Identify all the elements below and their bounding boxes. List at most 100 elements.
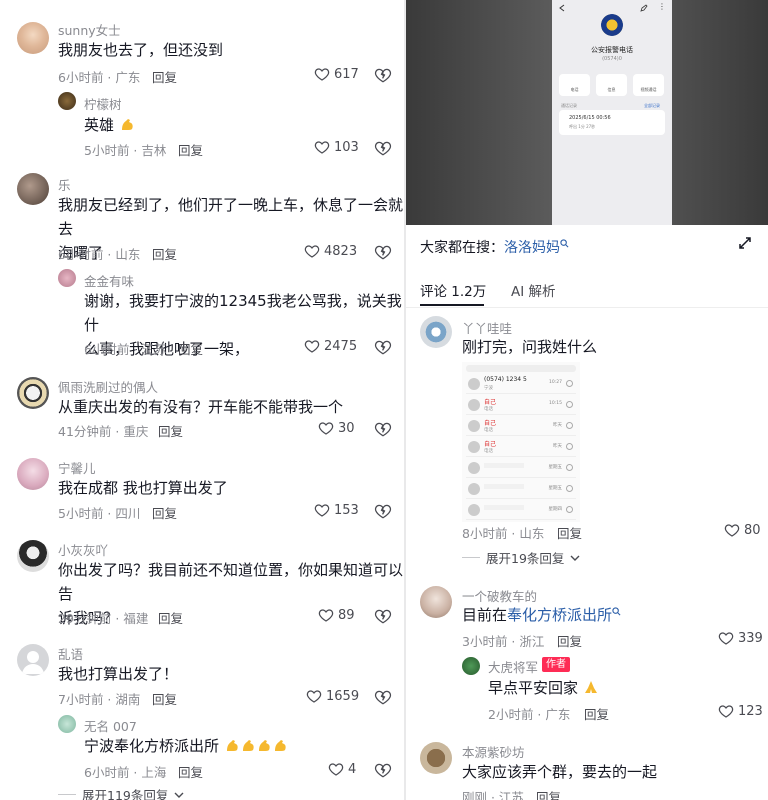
- call-list-row: 自己 电话 昨天: [466, 437, 576, 457]
- heart-icon: [724, 524, 740, 537]
- avatar[interactable]: [462, 657, 480, 675]
- heart-icon: [318, 609, 334, 622]
- like-button[interactable]: 30: [318, 420, 355, 436]
- call-time: 星期五: [548, 465, 563, 470]
- like-button[interactable]: 617: [314, 66, 359, 82]
- like-count: 4: [348, 761, 357, 777]
- username[interactable]: 小灰灰吖: [58, 540, 108, 559]
- broken-heart-icon[interactable]: [374, 761, 392, 779]
- expand-replies-button[interactable]: 展开119条回复: [58, 785, 184, 800]
- avatar[interactable]: [17, 377, 49, 409]
- comment-text: 从重庆出发的有没有？开车能不能带我一个: [58, 398, 344, 416]
- call-sub: 电话: [484, 449, 493, 454]
- comment-text: 宁波奉化方桥派出所: [84, 734, 288, 758]
- username[interactable]: 宁馨儿: [58, 458, 96, 477]
- avatar[interactable]: [17, 173, 49, 205]
- comment-meta: 6小时前 · 江苏: [84, 342, 167, 357]
- comment-meta: 7小时前 · 湖南: [58, 692, 141, 707]
- reply-button[interactable]: 回复: [178, 140, 203, 159]
- username[interactable]: 乱语: [58, 644, 83, 663]
- recent-link: 全部记录: [644, 103, 660, 108]
- reply-button[interactable]: 回复: [152, 689, 177, 708]
- heart-icon: [314, 68, 330, 81]
- heart-icon: [718, 632, 734, 645]
- username[interactable]: 乐: [58, 175, 71, 194]
- username[interactable]: 无名 007: [84, 716, 137, 735]
- tab-comments[interactable]: 评论 1.2万: [420, 280, 486, 300]
- call-time: 10:15: [549, 401, 562, 406]
- broken-heart-icon[interactable]: [374, 66, 392, 84]
- avatar[interactable]: [420, 316, 452, 348]
- reply-button[interactable]: 回复: [178, 339, 203, 358]
- username[interactable]: 金金有味: [84, 271, 134, 290]
- like-button[interactable]: 103: [314, 139, 359, 155]
- avatar[interactable]: [420, 742, 452, 774]
- call-time: 星期四: [548, 507, 563, 512]
- tab-active-indicator: [420, 304, 484, 306]
- reply-button[interactable]: 回复: [152, 503, 177, 522]
- muscle-emoji-icon: [274, 740, 286, 751]
- avatar[interactable]: [58, 269, 76, 287]
- broken-heart-icon[interactable]: [374, 688, 392, 706]
- username[interactable]: 大虎将军: [488, 657, 538, 676]
- search-icon: [560, 239, 569, 248]
- comment-image-call-list[interactable]: (0574) 1234 5 宁波 10:27 自己 电话 10:15 自己 电话 昨天 自己 电话昨…: [462, 362, 580, 522]
- comment-text: 我也打算出发了！: [58, 665, 179, 683]
- like-button[interactable]: 4823: [304, 243, 357, 259]
- avatar[interactable]: [17, 644, 49, 676]
- like-button[interactable]: 80: [724, 522, 761, 538]
- avatar[interactable]: [420, 586, 452, 618]
- like-count: 2475: [324, 338, 358, 354]
- like-button[interactable]: 4: [328, 761, 356, 777]
- broken-heart-icon[interactable]: [374, 139, 392, 157]
- avatar[interactable]: [17, 22, 49, 54]
- like-button[interactable]: 2475: [304, 338, 357, 354]
- heart-icon: [306, 690, 322, 703]
- username[interactable]: 佩雨洗刷过的偶人: [58, 377, 158, 396]
- comment-text: 刚打完，问我姓什么: [462, 338, 598, 356]
- like-button[interactable]: 89: [318, 607, 355, 623]
- avatar[interactable]: [17, 458, 49, 490]
- heart-icon: [304, 245, 320, 258]
- comment-panel-left: sunny女士 我朋友也去了，但还没到 6小时前 · 广东 回复 617 柠檬树…: [0, 0, 404, 800]
- heart-icon: [314, 141, 330, 154]
- reply-button[interactable]: 回复: [557, 631, 582, 650]
- like-button[interactable]: 123: [718, 703, 763, 719]
- broken-heart-icon[interactable]: [374, 243, 392, 261]
- broken-heart-icon[interactable]: [374, 338, 392, 356]
- reply-button[interactable]: 回复: [158, 608, 183, 627]
- expand-replies-button[interactable]: 展开19条回复: [462, 548, 580, 567]
- reply-button[interactable]: 回复: [158, 421, 183, 440]
- muscle-emoji-icon: [121, 119, 133, 130]
- like-button[interactable]: 339: [718, 630, 763, 646]
- comment-text: 我在成都 我也打算出发了: [58, 479, 228, 497]
- reply-button[interactable]: 回复: [536, 787, 561, 800]
- username[interactable]: sunny女士: [58, 20, 121, 39]
- like-button[interactable]: 1659: [306, 688, 359, 704]
- muscle-emoji-icon: [242, 740, 254, 751]
- comment-text: 目前在奉化方桥派出所: [462, 603, 621, 627]
- avatar[interactable]: [17, 540, 49, 572]
- reply-button[interactable]: 回复: [584, 704, 609, 723]
- like-button[interactable]: 153: [314, 502, 359, 518]
- reply-button[interactable]: 回复: [152, 67, 177, 86]
- broken-heart-icon[interactable]: [374, 607, 392, 625]
- tab-ai-analysis[interactable]: AI 解析: [511, 280, 556, 300]
- call-list-row: 自己 电话 10:15: [466, 395, 576, 415]
- phone-screenshot: ⋮ 公安报警电话 (0574)0 电话 信息 视频通话 通话记录 全部记录 20…: [552, 0, 672, 225]
- broken-heart-icon[interactable]: [374, 420, 392, 438]
- search-suggestion[interactable]: 大家都在搜：洛洛妈妈: [420, 237, 569, 257]
- reply-button[interactable]: 回复: [152, 244, 177, 263]
- recent-label: 通话记录: [561, 103, 577, 108]
- broken-heart-icon[interactable]: [374, 502, 392, 520]
- username[interactable]: 本源紫砂坊: [462, 742, 525, 761]
- reply-button[interactable]: 回复: [178, 762, 203, 781]
- avatar[interactable]: [58, 92, 76, 110]
- expand-icon[interactable]: [737, 235, 753, 251]
- username[interactable]: 柠檬树: [84, 94, 122, 113]
- default-avatar-icon: [22, 651, 44, 674]
- avatar[interactable]: [58, 715, 76, 733]
- call-time: 星期五: [548, 486, 563, 491]
- reply-button[interactable]: 回复: [557, 523, 582, 542]
- call-list-row: 星期五: [466, 458, 576, 478]
